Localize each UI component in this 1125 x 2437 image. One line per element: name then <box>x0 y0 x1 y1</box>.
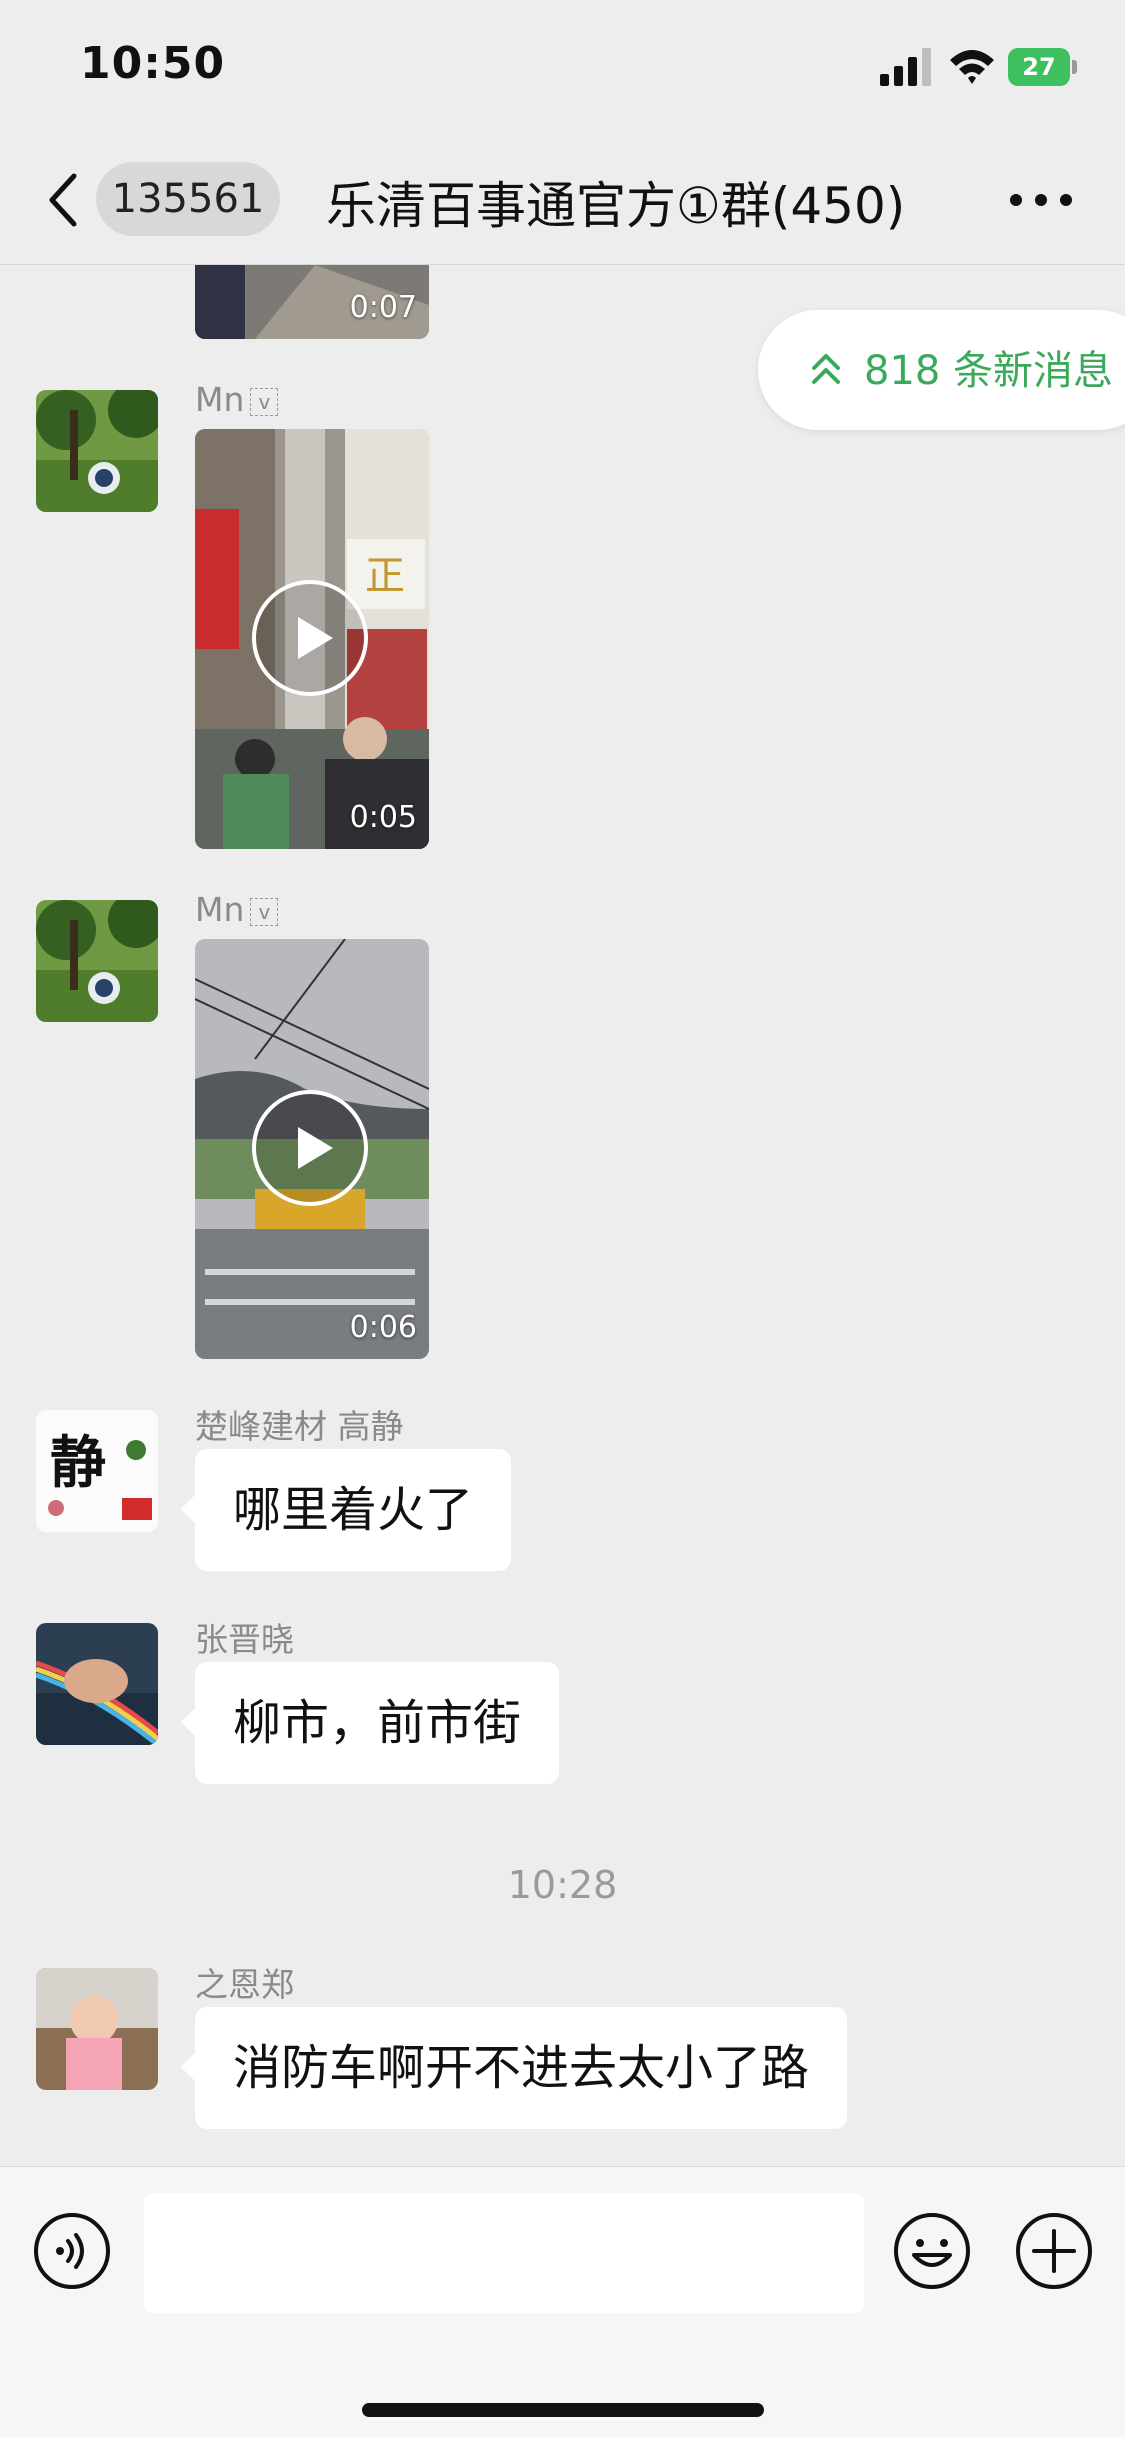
verified-badge: v <box>250 897 279 926</box>
avatar[interactable] <box>36 1968 158 2090</box>
emoji-icon[interactable] <box>892 2211 972 2291</box>
cellular-signal-icon <box>880 48 931 86</box>
chevron-left-icon[interactable] <box>44 170 84 230</box>
video-duration: 0:05 <box>349 800 417 835</box>
svg-text:正: 正 <box>365 553 405 599</box>
avatar[interactable] <box>36 1623 158 1745</box>
sender-name: 之恩郑 <box>195 1965 294 2004</box>
unread-count-badge[interactable]: 135561 <box>96 162 280 236</box>
sender-name: Mn v <box>195 380 279 419</box>
avatar-char: 静 <box>50 1430 106 1496</box>
sender-name: Mn v <box>195 890 279 929</box>
sender-name: 张晋晓 <box>195 1620 294 1659</box>
video-duration: 0:07 <box>349 290 417 325</box>
message-timestamp: 10:28 <box>507 1863 618 1907</box>
message-bubble[interactable]: 哪里着火了 <box>180 1449 512 1571</box>
chat-area[interactable]: 0:07 Mn v 正 0:05 Mn v 0:06 静 楚峰建材 高静 哪里着… <box>0 265 1125 2165</box>
verified-badge: v <box>250 387 279 416</box>
message-bubble[interactable]: 柳市，前市街 <box>180 1662 560 1784</box>
status-time: 10:50 <box>80 38 226 89</box>
play-icon[interactable] <box>251 1089 369 1207</box>
new-messages-button[interactable]: 818 条新消息 <box>758 310 1125 430</box>
avatar[interactable] <box>36 390 158 512</box>
input-bar <box>0 2166 1125 2437</box>
voice-icon[interactable] <box>32 2211 112 2291</box>
video-message[interactable]: 0:06 <box>195 939 429 1359</box>
video-message[interactable]: 0:07 <box>195 265 429 339</box>
message-bubble[interactable]: 消防车啊开不进去太小了路 <box>180 2007 848 2129</box>
avatar[interactable]: 静 <box>36 1410 158 1532</box>
new-messages-label: 818 条新消息 <box>864 348 1114 394</box>
home-indicator <box>362 2403 764 2417</box>
video-duration: 0:06 <box>349 1310 417 1345</box>
battery-level: 27 <box>1008 48 1070 86</box>
battery-icon: 27 <box>1008 48 1078 86</box>
video-message[interactable]: 正 0:05 <box>195 429 429 849</box>
double-chevron-up-icon <box>812 354 840 384</box>
wifi-icon <box>950 50 994 84</box>
sender-name-text: Mn <box>195 890 245 929</box>
nav-bar: 135561 乐清百事通官方①群(450) <box>0 140 1125 265</box>
avatar[interactable] <box>36 900 158 1022</box>
play-icon[interactable] <box>251 579 369 697</box>
more-dots-icon[interactable] <box>1008 188 1074 212</box>
chat-title: 乐清百事通官方①群(450) <box>326 177 906 235</box>
status-bar: 10:50 27 <box>0 0 1125 140</box>
plus-icon[interactable] <box>1014 2211 1094 2291</box>
sender-name-text: Mn <box>195 380 245 419</box>
message-input[interactable] <box>144 2193 864 2313</box>
sender-name: 楚峰建材 高静 <box>195 1407 404 1446</box>
